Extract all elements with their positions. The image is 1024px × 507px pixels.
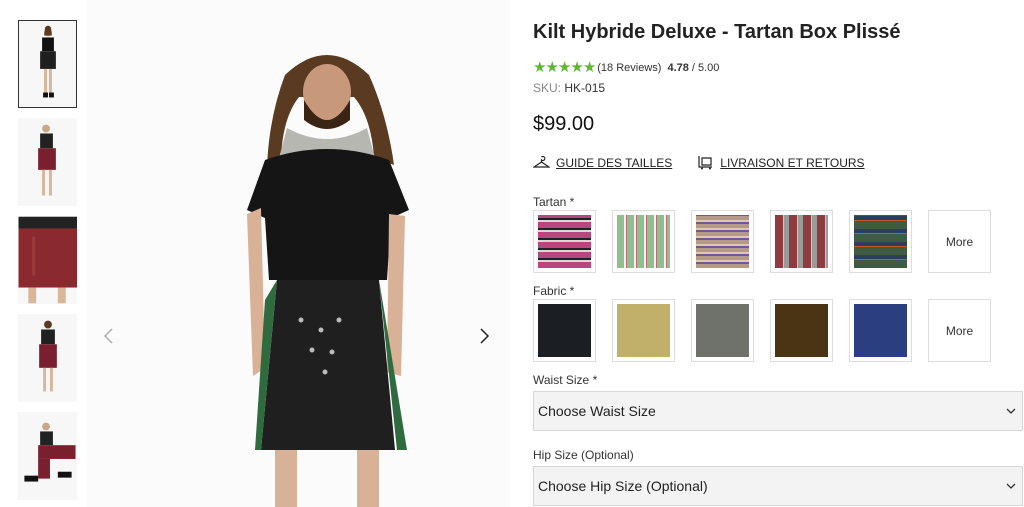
- hip-size-select[interactable]: Choose Hip Size (Optional): [533, 466, 1023, 506]
- hip-size-value: Choose Hip Size (Optional): [538, 478, 708, 494]
- chevron-down-icon: [1006, 408, 1016, 414]
- waist-size-select[interactable]: Choose Waist Size: [533, 391, 1023, 431]
- sku-value: HK-015: [564, 81, 606, 95]
- star-icon: ★: [545, 59, 558, 76]
- tartan-swatch-5[interactable]: [849, 210, 912, 273]
- product-sku: SKU: HK-015: [533, 81, 605, 95]
- product-title: Kilt Hybride Deluxe - Tartan Box Plissé: [533, 21, 901, 43]
- fabric-swatches: More: [533, 299, 1007, 362]
- shipping-returns-link[interactable]: LIVRAISON ET RETOURS: [697, 155, 865, 170]
- thumbnail-2[interactable]: [18, 118, 77, 206]
- fabric-sample: [617, 304, 670, 357]
- star-icon: ★: [533, 59, 546, 76]
- tartan-more-button[interactable]: More: [928, 210, 991, 273]
- product-thumbnail-image: [18, 216, 77, 304]
- product-price: $99.00: [533, 113, 595, 135]
- thumbnail-4[interactable]: [18, 314, 77, 402]
- next-image-button[interactable]: [472, 322, 496, 350]
- fabric-swatch-3[interactable]: [691, 299, 754, 362]
- kilt-model-photo: [87, 0, 510, 507]
- tartan-swatch-4[interactable]: [770, 210, 833, 273]
- chevron-left-icon: [103, 328, 113, 344]
- rating-score: 4.78: [667, 62, 689, 74]
- waist-size-value: Choose Waist Size: [538, 403, 656, 419]
- sku-label: SKU:: [533, 81, 562, 95]
- tartan-swatch-3[interactable]: [691, 210, 754, 273]
- size-guide-label: GUIDE DES TAILLES: [556, 155, 673, 170]
- tartan-pattern: [854, 215, 907, 268]
- tartan-pattern: [538, 215, 591, 268]
- thumbnail-3[interactable]: [18, 216, 77, 304]
- star-icon: ★: [570, 59, 583, 76]
- star-icon: ★: [557, 59, 571, 76]
- rating-out-of: / 5.00: [691, 62, 720, 74]
- fabric-swatch-1[interactable]: [533, 299, 596, 362]
- product-rating[interactable]: ★ ★ ★ ★ ★ (18 Reviews) 4.78 / 5.00: [533, 59, 720, 76]
- tartan-swatches: More: [533, 210, 1007, 273]
- tartan-label: Tartan *: [533, 195, 575, 209]
- tartan-swatch-2[interactable]: [612, 210, 675, 273]
- fabric-sample: [854, 304, 907, 357]
- hanger-icon: [533, 155, 550, 168]
- prev-image-button[interactable]: [97, 322, 121, 350]
- star-half-icon: ★: [582, 59, 596, 76]
- fabric-label: Fabric *: [533, 284, 575, 298]
- main-product-image: [87, 0, 510, 507]
- fabric-sample: [538, 304, 591, 357]
- tartan-pattern: [696, 215, 749, 268]
- fabric-swatch-4[interactable]: [770, 299, 833, 362]
- product-thumbnail-image: [38, 320, 57, 392]
- shipping-returns-label: LIVRAISON ET RETOURS: [720, 155, 865, 170]
- size-guide-link[interactable]: GUIDE DES TAILLES: [533, 155, 672, 170]
- reviews-count[interactable]: (18 Reviews): [597, 62, 661, 74]
- fabric-swatch-5[interactable]: [849, 299, 912, 362]
- hip-size-label: Hip Size (Optional): [533, 448, 634, 462]
- fabric-sample: [775, 304, 828, 357]
- cart-icon: [698, 156, 713, 170]
- product-thumbnail-image: [23, 422, 76, 482]
- tartan-swatch-1[interactable]: [533, 210, 596, 273]
- fabric-more-button[interactable]: More: [928, 299, 991, 362]
- thumbnail-5[interactable]: [18, 412, 77, 500]
- product-thumbnail-image: [37, 124, 56, 196]
- chevron-down-icon: [1006, 483, 1016, 489]
- product-thumbnail-image: [39, 25, 56, 98]
- tartan-pattern: [775, 215, 828, 268]
- chevron-right-icon: [480, 328, 490, 344]
- waist-size-label: Waist Size *: [533, 373, 598, 387]
- info-links: GUIDE DES TAILLES LIVRAISON ET RETOURS: [533, 155, 890, 170]
- thumbnail-1[interactable]: [18, 20, 77, 108]
- tartan-pattern: [617, 215, 670, 268]
- rating-stars: ★ ★ ★ ★ ★: [533, 59, 596, 76]
- fabric-sample: [696, 304, 749, 357]
- fabric-swatch-2[interactable]: [612, 299, 675, 362]
